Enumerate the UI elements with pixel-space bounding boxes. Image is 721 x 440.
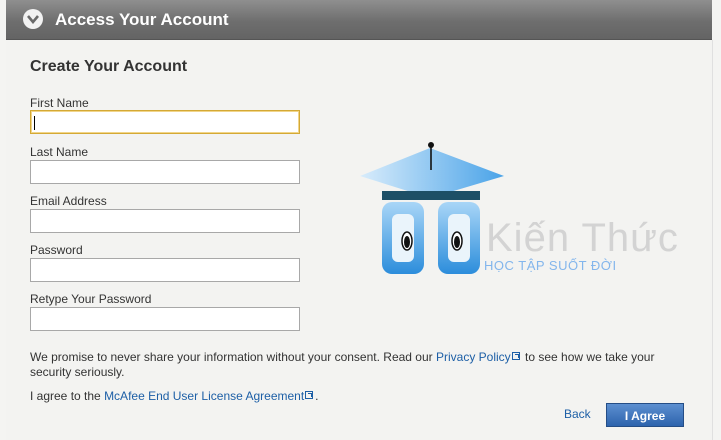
retype-password-label: Retype Your Password xyxy=(30,292,152,306)
external-link-icon[interactable] xyxy=(305,391,314,399)
retype-password-field[interactable] xyxy=(30,307,300,331)
license-prefix: I agree to the xyxy=(30,389,101,403)
privacy-prefix: We promise to never share your informati… xyxy=(30,350,433,364)
privacy-policy-link[interactable]: Privacy Policy xyxy=(436,350,511,364)
license-suffix: . xyxy=(315,389,319,403)
license-agreement-link[interactable]: McAfee End User License Agreement xyxy=(104,389,304,403)
external-link-icon[interactable] xyxy=(511,352,520,360)
email-label: Email Address xyxy=(30,194,107,208)
password-label: Password xyxy=(30,243,83,257)
section-title: Access Your Account xyxy=(55,10,229,29)
last-name-label: Last Name xyxy=(30,145,89,159)
watermark-logo: Kiến Thức HỌC TẬP SUỐT ĐỜI xyxy=(358,140,708,280)
form-heading: Create Your Account xyxy=(30,58,188,75)
text-caret xyxy=(34,116,35,130)
email-field[interactable] xyxy=(30,209,300,233)
chevron-down-icon[interactable] xyxy=(23,9,43,29)
license-note: I agree to the McAfee End User License A… xyxy=(30,389,319,404)
first-name-label: First Name xyxy=(30,96,89,110)
watermark-title: Kiến Thức xyxy=(486,216,679,260)
agree-button[interactable]: I Agree xyxy=(606,403,684,427)
privacy-note: We promise to never share your informati… xyxy=(30,350,680,380)
password-field[interactable] xyxy=(30,258,300,282)
section-header[interactable]: Access Your Account xyxy=(6,0,712,40)
privacy-suffix-line2: security seriously. xyxy=(30,365,125,379)
back-link[interactable]: Back xyxy=(564,407,591,421)
privacy-suffix: to see how we take your xyxy=(525,350,655,364)
first-name-field[interactable] xyxy=(30,110,300,134)
last-name-field[interactable] xyxy=(30,160,300,184)
watermark-subtitle: HỌC TẬP SUỐT ĐỜI xyxy=(484,258,617,273)
